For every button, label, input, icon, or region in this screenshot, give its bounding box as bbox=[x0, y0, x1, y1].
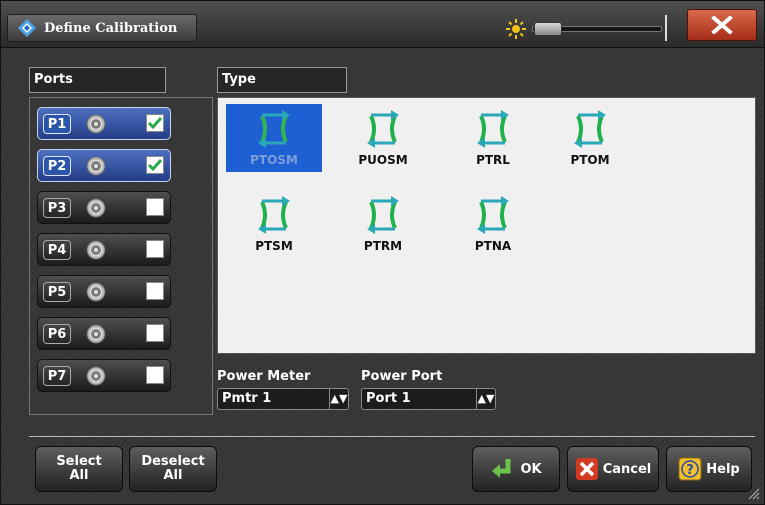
help-label: Help bbox=[706, 461, 740, 477]
calibration-type-label: PTOM bbox=[570, 153, 610, 167]
slider-thumb[interactable] bbox=[534, 22, 562, 36]
footer-divider bbox=[29, 436, 755, 437]
select-all-label-line2: All bbox=[69, 468, 89, 483]
coax-connector-icon bbox=[86, 240, 106, 260]
deselect-all-button[interactable]: Deselect All bbox=[129, 446, 217, 492]
port-checkbox[interactable] bbox=[146, 198, 164, 216]
port-label: P3 bbox=[43, 198, 71, 218]
port-checkbox[interactable] bbox=[146, 240, 164, 258]
port-toggle-p3[interactable]: P3 bbox=[37, 191, 171, 224]
coax-connector-icon bbox=[86, 114, 106, 134]
svg-text:?: ? bbox=[686, 463, 694, 478]
port-toggle-p4[interactable]: P4 bbox=[37, 233, 171, 266]
port-label: P1 bbox=[43, 114, 71, 134]
power-port-value: Port 1 bbox=[366, 391, 411, 406]
coax-connector-icon bbox=[86, 156, 106, 176]
type-section-label: Type bbox=[217, 67, 347, 93]
cancel-label: Cancel bbox=[602, 461, 652, 477]
coax-connector-icon bbox=[86, 324, 106, 344]
port-checkbox[interactable] bbox=[146, 156, 164, 174]
calibration-type-ptsm[interactable]: PTSM bbox=[226, 190, 322, 258]
window-title: Define Calibration bbox=[44, 20, 178, 36]
checkmark-icon bbox=[147, 117, 163, 130]
checkmark-icon bbox=[147, 159, 163, 172]
coax-connector-icon bbox=[86, 366, 106, 386]
calibration-type-icon bbox=[367, 196, 399, 234]
port-toggle-p6[interactable]: P6 bbox=[37, 317, 171, 350]
calibration-type-label: PTSM bbox=[255, 239, 293, 253]
calibration-type-puosm[interactable]: PUOSM bbox=[335, 104, 431, 172]
power-meter-select[interactable]: Pmtr 1 ▲▼ bbox=[217, 388, 349, 410]
select-all-label-line1: Select bbox=[56, 454, 102, 469]
port-toggle-p5[interactable]: P5 bbox=[37, 275, 171, 308]
calibration-type-grid: PTOSM PUOSM PTRL PTOM PTSM PTRM PTNA bbox=[217, 97, 756, 354]
calibration-type-label: PUOSM bbox=[358, 153, 408, 167]
port-checkbox[interactable] bbox=[146, 282, 164, 300]
calibration-type-icon bbox=[367, 110, 399, 148]
deselect-all-label-line2: All bbox=[163, 468, 183, 483]
calibration-type-label: PTRM bbox=[363, 239, 403, 253]
port-label: P4 bbox=[43, 240, 71, 260]
define-calibration-dialog: Define Calibration Ports P1 P2 P3 P4 P5 P6 P7 … bbox=[0, 0, 765, 505]
calibration-type-icon bbox=[258, 196, 290, 234]
coax-connector-icon bbox=[86, 282, 106, 302]
ports-section-label: Ports bbox=[29, 67, 166, 93]
calibration-type-ptosm[interactable]: PTOSM bbox=[226, 104, 322, 172]
power-meter-label: Power Meter bbox=[217, 369, 311, 384]
help-icon: ? bbox=[678, 457, 702, 481]
calibration-type-label: PTNA bbox=[474, 239, 512, 253]
port-checkbox[interactable] bbox=[146, 366, 164, 384]
calibration-type-icon bbox=[574, 110, 606, 148]
app-logo-icon bbox=[18, 19, 36, 37]
port-toggle-p1[interactable]: P1 bbox=[37, 107, 171, 140]
calibration-type-icon bbox=[258, 110, 290, 148]
calibration-type-ptom[interactable]: PTOM bbox=[542, 104, 638, 172]
slider-end-marker bbox=[665, 15, 667, 41]
enter-arrow-icon bbox=[492, 459, 511, 478]
power-meter-value: Pmtr 1 bbox=[222, 391, 272, 406]
power-port-label: Power Port bbox=[361, 369, 443, 384]
port-label: P5 bbox=[43, 282, 71, 302]
close-button[interactable] bbox=[687, 9, 757, 41]
port-label: P2 bbox=[43, 156, 71, 176]
port-label: P6 bbox=[43, 324, 71, 344]
port-toggle-p7[interactable]: P7 bbox=[37, 359, 171, 392]
deselect-all-label-line1: Deselect bbox=[141, 454, 205, 469]
calibration-type-label: PTRL bbox=[476, 153, 510, 167]
resize-grip-icon[interactable] bbox=[746, 486, 760, 500]
calibration-type-label: PTOSM bbox=[250, 153, 298, 167]
port-toggle-p2[interactable]: P2 bbox=[37, 149, 171, 182]
ok-button[interactable]: OK bbox=[472, 446, 560, 492]
cancel-button[interactable]: Cancel bbox=[567, 446, 659, 492]
port-checkbox[interactable] bbox=[146, 114, 164, 132]
brightness-icon bbox=[506, 19, 526, 39]
port-checkbox[interactable] bbox=[146, 324, 164, 342]
updown-arrow-icon: ▲▼ bbox=[476, 389, 495, 409]
calibration-type-icon bbox=[477, 196, 509, 234]
calibration-type-ptna[interactable]: PTNA bbox=[445, 190, 541, 258]
updown-arrow-icon: ▲▼ bbox=[329, 389, 348, 409]
select-all-button[interactable]: Select All bbox=[35, 446, 123, 492]
ok-label: OK bbox=[520, 461, 542, 477]
title-pill: Define Calibration bbox=[7, 14, 197, 42]
power-port-select[interactable]: Port 1 ▲▼ bbox=[361, 388, 496, 410]
transparency-slider[interactable] bbox=[532, 22, 662, 36]
help-button[interactable]: ? Help bbox=[666, 446, 752, 492]
close-icon bbox=[711, 16, 733, 34]
calibration-type-ptrl[interactable]: PTRL bbox=[445, 104, 541, 172]
coax-connector-icon bbox=[86, 198, 106, 218]
calibration-type-icon bbox=[477, 110, 509, 148]
calibration-type-ptrm[interactable]: PTRM bbox=[335, 190, 431, 258]
title-bar[interactable]: Define Calibration bbox=[1, 1, 764, 48]
port-label: P7 bbox=[43, 366, 71, 386]
cancel-icon bbox=[575, 458, 598, 480]
